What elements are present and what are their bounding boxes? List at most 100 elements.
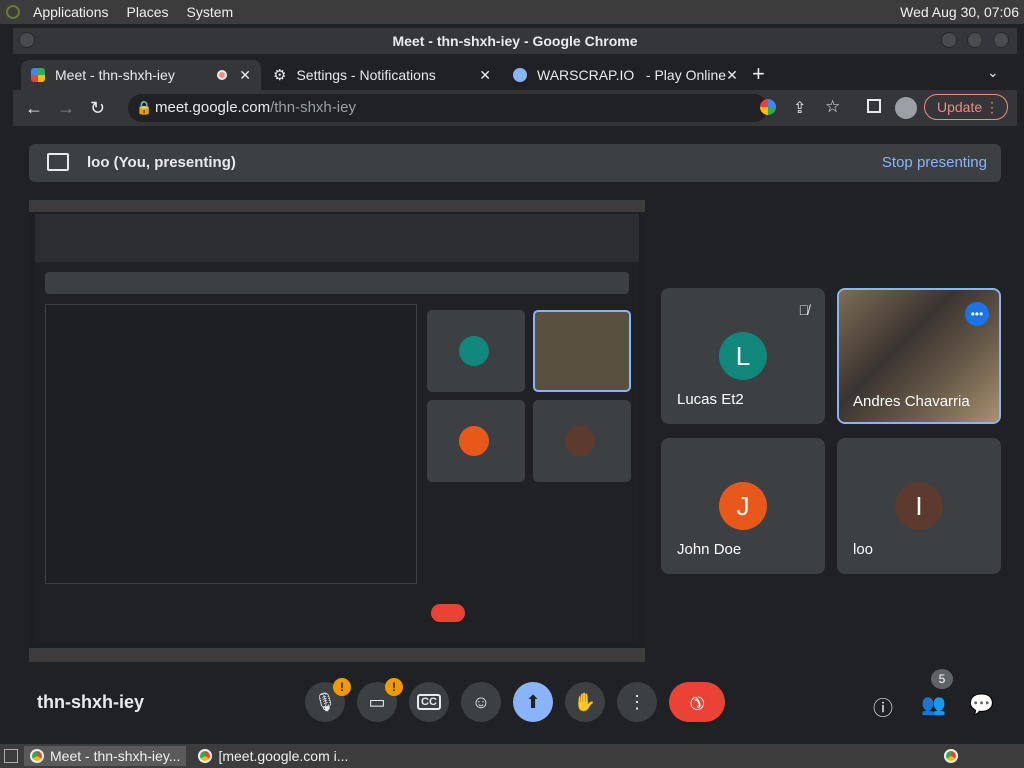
url-path: /thn-shxh-iey: [270, 99, 356, 116]
reload-icon[interactable]: ↻: [90, 98, 105, 118]
camera-icon: ▭: [368, 691, 386, 712]
participant-tile-loo[interactable]: I loo: [837, 438, 1001, 574]
window-title: Meet - thn-shxh-iey - Google Chrome: [392, 33, 638, 49]
raise-hand-button[interactable]: ✋: [565, 682, 605, 722]
stop-presenting-button[interactable]: Stop presenting: [882, 154, 987, 171]
tab-label: WARSCRAP.IO - Play Online: [537, 67, 727, 83]
maximize-icon[interactable]: [967, 32, 983, 48]
menu-applications[interactable]: Applications: [24, 4, 118, 20]
google-lens-icon[interactable]: [760, 99, 776, 115]
taskbar-item-meet-2[interactable]: [meet.google.com i...: [192, 746, 354, 766]
close-tab-icon[interactable]: ✕: [239, 67, 251, 84]
phone-hangup-icon: ✆: [684, 689, 710, 715]
chevron-down-icon[interactable]: ⌄: [987, 64, 999, 81]
clock[interactable]: Wed Aug 30, 07:06: [900, 4, 1024, 20]
mirror-tile: [427, 310, 525, 392]
show-desktop-icon[interactable]: [4, 749, 18, 763]
shared-screen-preview: [29, 200, 645, 662]
tab-settings[interactable]: ⚙ Settings - Notifications ✕: [263, 60, 501, 90]
avatar: J: [719, 482, 767, 530]
people-count-badge: 5: [931, 669, 953, 689]
mic-icon: 🎙: [313, 691, 337, 712]
tab-meet[interactable]: Meet - thn-shxh-iey ✕: [21, 60, 261, 90]
participant-tile-lucas[interactable]: L 🎙̸ Lucas Et2: [661, 288, 825, 424]
update-button[interactable]: Update ⋮: [924, 94, 1008, 120]
taskbar-item-meet[interactable]: Meet - thn-shxh-iey...: [24, 746, 187, 766]
url-text: meet.google.com/thn-shxh-iey: [155, 99, 356, 116]
present-icon: ⬆: [525, 691, 541, 712]
mirror-tile: [533, 310, 631, 392]
chat-icon[interactable]: 💬: [969, 692, 994, 717]
more-options-icon[interactable]: •••: [965, 302, 989, 326]
mirror-banner: [45, 272, 629, 294]
close-window-icon[interactable]: [993, 32, 1009, 48]
emoji-icon: ☺: [471, 691, 491, 712]
leave-call-button[interactable]: ✆: [669, 682, 725, 722]
bookmark-star-icon[interactable]: ☆: [825, 97, 840, 117]
top-panel: Applications Places System Wed Aug 30, 0…: [0, 0, 1024, 24]
presenting-label: loo (You, presenting): [87, 154, 236, 171]
mirror-meet-page: [35, 262, 639, 642]
camera-warning-badge: !: [385, 678, 403, 696]
participant-name: loo: [853, 541, 874, 558]
mirror-taskbar: [29, 648, 645, 662]
emoji-reaction-button[interactable]: ☺: [461, 682, 501, 722]
gear-icon: ⚙: [273, 67, 287, 84]
chrome-icon: [198, 749, 213, 763]
taskbar-label: Meet - thn-shxh-iey...: [50, 748, 181, 764]
menu-system[interactable]: System: [178, 4, 243, 20]
avatar-initial: L: [735, 340, 751, 371]
browser-toolbar: ← → ↻ 🔒 meet.google.com/thn-shxh-iey ⇪ ☆…: [13, 90, 1017, 126]
participant-tile-andres[interactable]: ••• Andres Chavarria: [837, 288, 1001, 424]
share-icon[interactable]: ⇪: [793, 98, 806, 118]
close-tab-icon[interactable]: ✕: [479, 67, 491, 84]
tab-label: Meet - thn-shxh-iey: [55, 67, 175, 83]
participant-name: John Doe: [677, 541, 742, 558]
side-panel-icon[interactable]: [867, 99, 881, 113]
minimize-icon[interactable]: [941, 32, 957, 48]
window-titlebar[interactable]: Meet - thn-shxh-iey - Google Chrome: [13, 28, 1017, 54]
mirror-tile: [533, 400, 631, 482]
microphone-button[interactable]: 🎙 !: [305, 678, 351, 722]
more-options-button[interactable]: ⋮: [617, 682, 657, 722]
tab-label: Settings - Notifications: [296, 67, 436, 83]
captions-icon: CC: [417, 694, 441, 710]
window-menu-icon[interactable]: [19, 32, 35, 48]
forward-icon[interactable]: →: [57, 98, 75, 118]
recording-icon: [217, 70, 228, 80]
chrome-icon: [30, 749, 44, 763]
meet-favicon-icon: [31, 68, 45, 82]
people-icon[interactable]: 👥: [921, 692, 946, 717]
address-bar[interactable]: 🔒 meet.google.com/thn-shxh-iey ⇪ ☆: [128, 94, 840, 122]
menu-places[interactable]: Places: [118, 4, 178, 20]
distro-logo-icon[interactable]: [6, 5, 20, 19]
participant-tile-john[interactable]: J John Doe: [661, 438, 825, 574]
kebab-menu-icon: ⋮: [985, 98, 999, 115]
meet-page: loo (You, presenting) Stop presenting L: [13, 126, 1017, 743]
avatar-initial: I: [915, 490, 923, 521]
close-tab-icon[interactable]: ✕: [726, 67, 738, 84]
captions-button[interactable]: CC: [409, 682, 449, 722]
back-icon[interactable]: ←: [25, 98, 43, 118]
avatar: L: [719, 332, 767, 380]
globe-icon: [513, 68, 527, 82]
mic-warning-badge: !: [333, 678, 351, 696]
present-now-button[interactable]: ⬆: [513, 682, 553, 722]
info-icon[interactable]: ⓘ: [873, 692, 893, 721]
mirror-nested-screen: [45, 304, 417, 584]
mirror-top-panel: [29, 200, 645, 212]
participant-name: Lucas Et2: [677, 391, 744, 408]
profile-avatar-icon[interactable]: [895, 97, 917, 119]
tray-chrome-icon[interactable]: [944, 749, 958, 763]
avatar: I: [895, 482, 943, 530]
tab-warscrap[interactable]: WARSCRAP.IO - Play Online ✕: [503, 60, 743, 90]
mic-off-icon: 🎙̸: [798, 302, 810, 318]
taskbar-label: [meet.google.com i...: [218, 748, 349, 764]
camera-button[interactable]: ▭ !: [357, 678, 403, 722]
avatar-initial: J: [736, 490, 750, 521]
lock-icon[interactable]: 🔒: [136, 100, 152, 116]
mirror-chrome-frame: [35, 214, 639, 262]
taskbar: Meet - thn-shxh-iey... [meet.google.com …: [0, 744, 1024, 768]
mirror-tile: [427, 400, 525, 482]
new-tab-icon[interactable]: +: [752, 61, 765, 87]
